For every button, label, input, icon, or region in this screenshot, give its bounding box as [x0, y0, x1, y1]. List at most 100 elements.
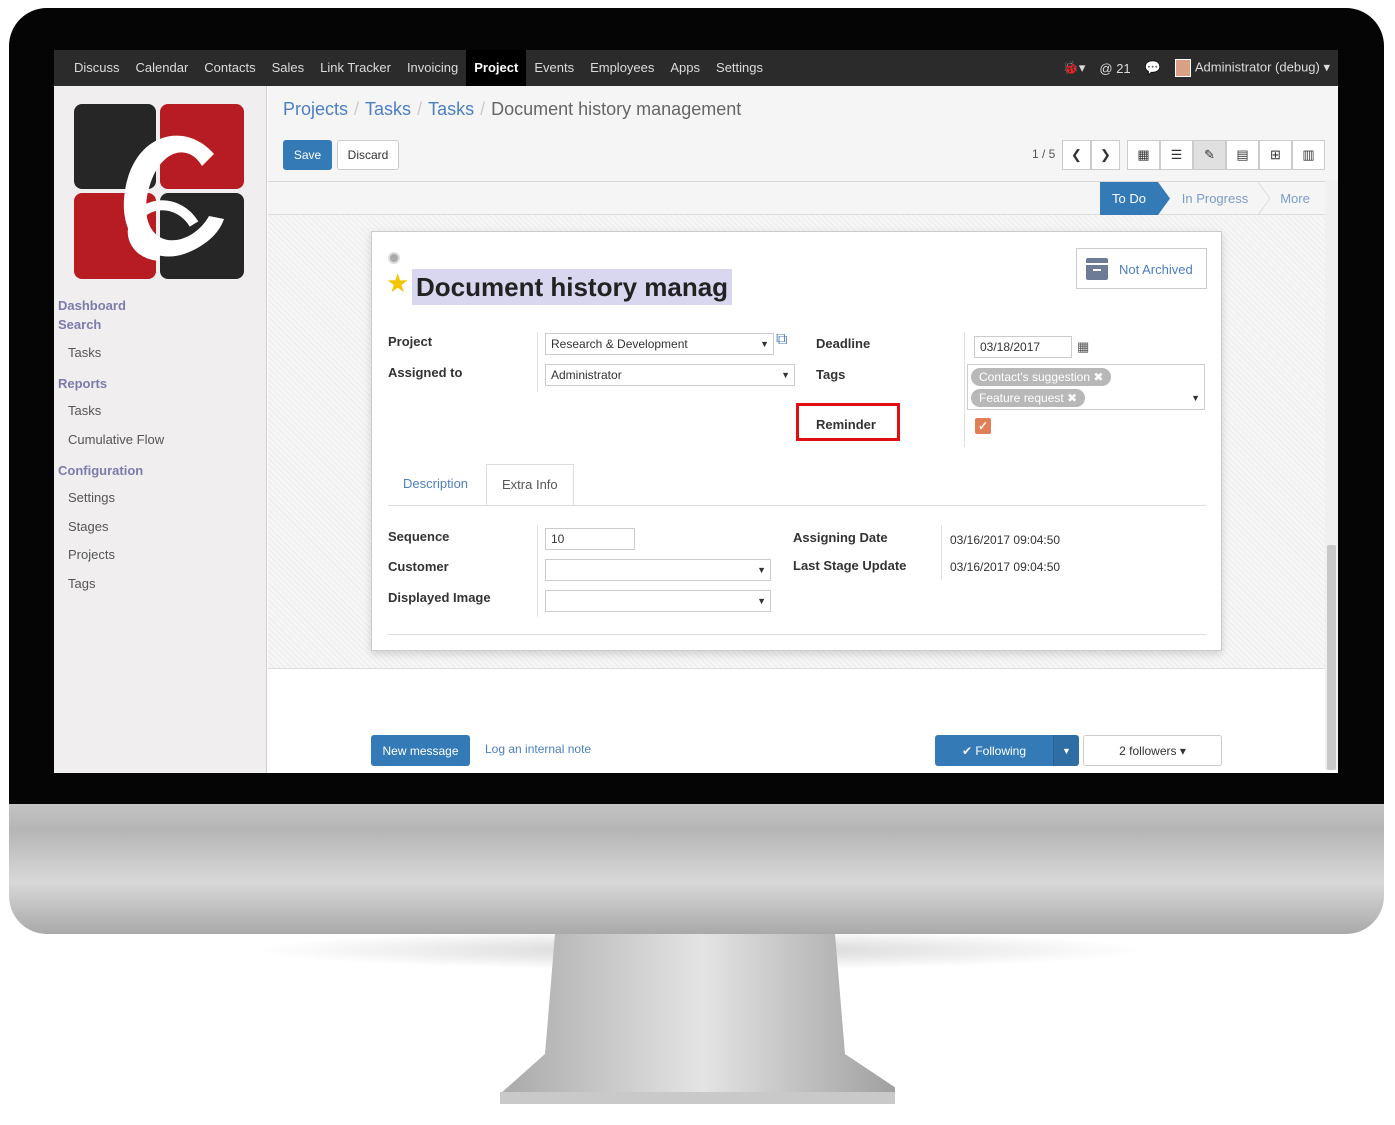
reminder-checkbox[interactable]: ✓ — [975, 418, 991, 434]
tab-description[interactable]: Description — [388, 464, 483, 506]
list-view-button[interactable]: ☰ — [1160, 140, 1193, 170]
breadcrumb-projects[interactable]: Projects — [283, 99, 348, 119]
following-button[interactable]: ✔ Following — [935, 735, 1053, 766]
tags-input[interactable]: Contact's suggestion ✖ Feature request ✖… — [967, 364, 1205, 410]
stage-more[interactable]: More — [1270, 182, 1320, 215]
menu-sales[interactable]: Sales — [264, 50, 313, 86]
table-icon: ⊞ — [1270, 147, 1281, 162]
tag-contacts-suggestion[interactable]: Contact's suggestion ✖ — [971, 368, 1112, 386]
chat-bubbles-icon[interactable]: 💬 — [1145, 60, 1161, 76]
assigned-to-select[interactable]: Administrator ▼ — [545, 364, 795, 386]
kanban-view-button[interactable]: ▦ — [1127, 140, 1160, 170]
pivot-view-button[interactable]: ⊞ — [1259, 140, 1292, 170]
project-value: Research & Development — [551, 337, 688, 351]
field-separator — [964, 332, 965, 447]
scrollbar[interactable] — [1325, 180, 1338, 770]
breadcrumb-separator: / — [417, 99, 423, 119]
form-sheet: ★ Document history manag Not Archived Pr… — [371, 231, 1222, 651]
archive-label: Not Archived — [1119, 262, 1193, 277]
main-content: Projects / Tasks / Tasks / Document history ma… — [268, 86, 1338, 773]
calendar-view-button[interactable]: ▤ — [1226, 140, 1259, 170]
external-link-icon[interactable]: ⧉ — [776, 331, 787, 349]
sidebar-item-search-tasks[interactable]: Tasks — [68, 345, 101, 360]
bug-icon[interactable]: 🐞▾ — [1063, 60, 1086, 76]
menu-settings[interactable]: Settings — [708, 50, 771, 86]
avatar — [1174, 59, 1191, 77]
tab-extra-info[interactable]: Extra Info — [486, 464, 574, 506]
sidebar-section-search: Search — [58, 317, 102, 332]
tag-feature-request[interactable]: Feature request ✖ — [971, 389, 1086, 407]
breadcrumb-tasks-2[interactable]: Tasks — [428, 99, 474, 119]
stage-statusbar: To Do In Progress More — [268, 182, 1338, 215]
pager-value: 1 / 5 — [1032, 147, 1056, 161]
bar-chart-icon: ▥ — [1302, 147, 1315, 162]
pager-next-button[interactable]: ❯ — [1091, 140, 1120, 170]
graph-view-button[interactable]: ▥ — [1292, 140, 1325, 170]
kanban-state-icon[interactable] — [388, 252, 400, 264]
following-dropdown-button[interactable]: ▼ — [1053, 735, 1079, 766]
reminder-highlight-box — [796, 403, 900, 441]
menu-apps[interactable]: Apps — [662, 50, 708, 86]
menu-link-tracker[interactable]: Link Tracker — [312, 50, 399, 86]
sequence-input[interactable]: 10 — [545, 528, 635, 550]
project-select[interactable]: Research & Development ▼ — [545, 333, 774, 355]
company-logo — [74, 104, 244, 279]
menu-contacts[interactable]: Contacts — [196, 50, 263, 86]
remove-tag-icon[interactable]: ✖ — [1067, 391, 1077, 405]
sidebar-item-tags[interactable]: Tags — [68, 576, 95, 591]
stage-todo[interactable]: To Do — [1100, 182, 1158, 215]
chevron-down-icon: ▼ — [757, 565, 766, 575]
kanban-icon: ▦ — [1137, 147, 1150, 162]
stage-in-progress[interactable]: In Progress — [1172, 182, 1258, 215]
scrollbar-thumb[interactable] — [1327, 545, 1336, 770]
deadline-input[interactable]: 03/18/2017 — [974, 336, 1072, 358]
displayed-image-select[interactable]: ▼ — [545, 590, 771, 612]
control-panel: Projects / Tasks / Tasks / Document history ma… — [268, 86, 1338, 182]
sidebar-item-stages[interactable]: Stages — [68, 519, 108, 534]
displayed-image-label: Displayed Image — [388, 590, 491, 605]
menu-invoicing[interactable]: Invoicing — [399, 50, 466, 86]
project-label: Project — [388, 334, 433, 349]
field-separator — [941, 525, 942, 580]
chevron-down-icon: ▼ — [757, 596, 766, 606]
calendar-icon[interactable]: ▦ — [1077, 339, 1089, 355]
archive-toggle-button[interactable]: Not Archived — [1076, 248, 1207, 289]
star-icon[interactable]: ★ — [386, 268, 409, 298]
breadcrumb-tasks[interactable]: Tasks — [365, 99, 411, 119]
sequence-label: Sequence — [388, 529, 450, 544]
assigning-date-value: 03/16/2017 09:04:50 — [950, 533, 1061, 547]
sidebar-item-projects[interactable]: Projects — [68, 547, 115, 562]
mentions-counter[interactable]: @ 21 — [1099, 61, 1130, 76]
customer-select[interactable]: ▼ — [545, 559, 771, 581]
menu-calendar[interactable]: Calendar — [128, 50, 197, 86]
log-note-link[interactable]: Log an internal note — [485, 742, 591, 756]
new-message-button[interactable]: New message — [371, 735, 470, 766]
customer-label: Customer — [388, 559, 449, 574]
menu-discuss[interactable]: Discuss — [66, 50, 128, 86]
discard-button[interactable]: Discard — [337, 140, 399, 170]
sidebar-item-report-tasks[interactable]: Tasks — [68, 403, 101, 418]
chevron-down-icon: ▼ — [1062, 745, 1071, 756]
breadcrumb-separator: / — [354, 99, 360, 119]
chevron-right-icon: ❯ — [1100, 147, 1111, 162]
sidebar-item-cumulative-flow[interactable]: Cumulative Flow — [68, 432, 164, 447]
edit-icon: ✎ — [1204, 147, 1215, 162]
archive-icon — [1086, 258, 1108, 280]
save-button[interactable]: Save — [283, 140, 332, 170]
sheet-divider — [388, 634, 1206, 635]
tag-label: Feature request — [979, 391, 1064, 405]
sidebar-dashboard[interactable]: Dashboard — [58, 298, 126, 313]
user-name: Administrator (debug) — [1194, 59, 1320, 75]
form-view-button[interactable]: ✎ — [1193, 140, 1226, 170]
remove-tag-icon[interactable]: ✖ — [1093, 370, 1103, 384]
followers-button[interactable]: 2 followers ▾ — [1083, 735, 1222, 766]
pager-previous-button[interactable]: ❮ — [1062, 140, 1091, 170]
assigning-date-label: Assigning Date — [793, 530, 888, 545]
app-menu: Discuss Calendar Contacts Sales Link Tra… — [66, 50, 771, 86]
task-title-input[interactable]: Document history manag — [412, 269, 733, 305]
sidebar-item-settings[interactable]: Settings — [68, 490, 115, 505]
menu-employees[interactable]: Employees — [582, 50, 662, 86]
menu-project[interactable]: Project — [466, 50, 527, 86]
user-menu[interactable]: Administrator (debug) ▾ — [1174, 59, 1330, 77]
menu-events[interactable]: Events — [526, 50, 582, 86]
